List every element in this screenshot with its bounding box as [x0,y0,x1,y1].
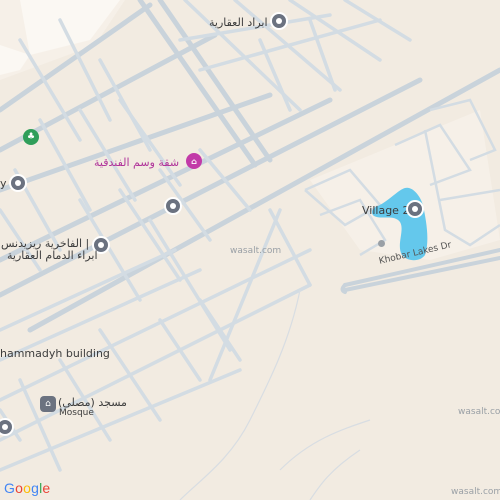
google-logo-letter: g [31,480,40,496]
watermark-wasalt: wasalt.com [230,246,282,256]
label-mosque-en[interactable]: Mosque [59,408,94,418]
park-icon[interactable]: ♣ [23,129,39,145]
watermark-right: wasalt.com [458,407,500,417]
google-logo-letter: o [15,480,24,496]
place-pin-icon[interactable] [164,197,182,215]
place-pin-icon[interactable] [9,174,27,192]
hotel-icon[interactable]: ⌂ [186,153,202,169]
place-pin-icon[interactable] [270,12,288,30]
google-logo: Google [4,480,50,496]
label-partial-y[interactable]: y [0,177,7,190]
mosque-icon[interactable]: ⌂ [40,396,56,412]
place-pin-icon[interactable] [406,200,424,218]
label-hotel[interactable]: شقة وسم الفندقية [94,156,179,169]
label-ibrad[interactable]: ابراد العقارية [209,16,268,29]
google-logo-letter: e [42,480,51,496]
map-canvas[interactable]: ابراد العقارية ♣ ⌂ شقة وسم الفندقية y ال… [0,0,500,500]
google-logo-letter: o [23,480,32,496]
watermark-corner: wasalt.com [451,487,500,497]
label-mhammadyh-building[interactable]: hammadyh building [0,347,110,360]
label-village-2[interactable]: Village 2 [362,204,409,217]
small-marker-icon [378,240,385,247]
label-fakhriya-2[interactable]: ابراء الدمام العقارية [7,249,98,262]
google-logo-letter: G [4,480,16,496]
